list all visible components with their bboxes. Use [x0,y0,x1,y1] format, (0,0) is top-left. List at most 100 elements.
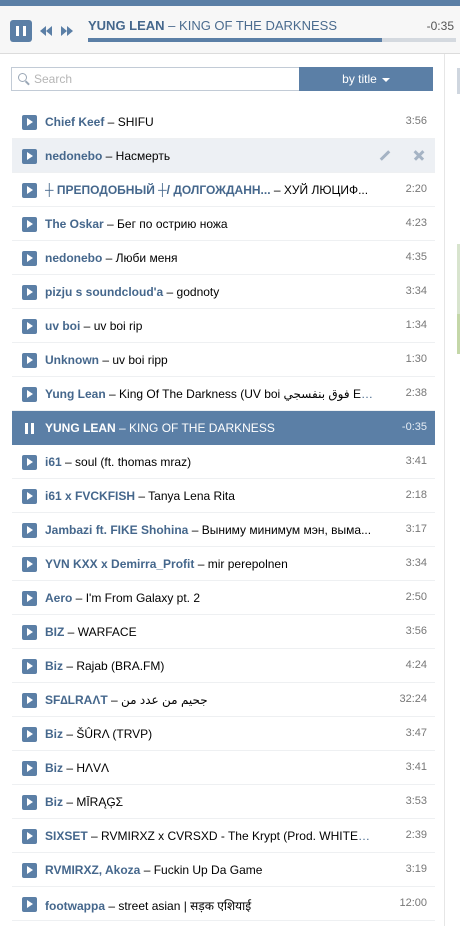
track-title[interactable]: KING OF THE DARKNESS [129,421,275,435]
track-artist[interactable]: pizju s soundcloud'a [45,285,163,299]
track-title[interactable]: King Of The Darkness (UV boi فوق بنفسجي … [119,387,373,401]
track-title[interactable]: mir perepolnen [208,557,288,571]
track-title[interactable]: Rajab (BRA.FM) [76,659,164,673]
track-title[interactable]: ХУЙ ЛЮЦИФ... [284,183,368,197]
track-row[interactable]: nedonebo – Люби меня 4:35 [12,241,435,275]
play-icon[interactable] [22,659,37,674]
play-icon[interactable] [22,693,37,708]
track-row[interactable]: Biz – ŠÛRΛ (TRVP) 3:47 [12,717,435,751]
track-title[interactable]: SHIFU [118,115,154,129]
track-artist[interactable]: Biz [45,761,63,775]
play-icon[interactable] [22,863,37,878]
track-row[interactable]: nedonebo – Насмерть [12,139,435,173]
play-icon[interactable] [22,217,37,232]
track-artist[interactable]: SF∆LRAΛT [45,693,108,707]
track-artist[interactable]: SIXSET [45,829,88,843]
play-icon[interactable] [22,523,37,538]
play-icon[interactable] [22,625,37,640]
track-artist[interactable]: RVMIRXZ, Akoza [45,863,140,877]
delete-x-icon[interactable] [412,148,426,162]
track-title[interactable]: Насмерть [116,149,170,163]
track-title[interactable]: HΛVΛ [76,761,109,775]
track-title[interactable]: I'm From Galaxy pt. 2 [86,591,200,605]
track-row[interactable]: Biz – MĪRĄĢΣ 3:53 [12,785,435,819]
progress-bar[interactable] [88,38,456,42]
track-row[interactable]: Aero – I'm From Galaxy pt. 2 2:50 [12,581,435,615]
track-artist[interactable]: BIZ [45,625,64,639]
track-row[interactable]: footwappa – street asian | सड़क एशियाई 12… [12,887,435,921]
track-row[interactable]: i61 x FVCKFISH – Tanya Lena Rita 2:18 [12,479,435,513]
track-title[interactable]: soul (ft. thomas mraz) [75,455,191,469]
play-icon[interactable] [22,829,37,844]
play-icon[interactable] [22,897,37,912]
track-artist[interactable]: YVN KXX x Demirra_Profit [45,557,194,571]
play-icon[interactable] [22,761,37,776]
track-row[interactable]: BIZ – WARFACE 3:56 [12,615,435,649]
pause-button[interactable] [10,20,32,42]
track-title[interactable]: WARFACE [78,625,137,639]
track-row[interactable]: pizju s soundcloud'a – godnoty 3:34 [12,275,435,309]
track-title[interactable]: MĪRĄĢΣ [76,795,123,809]
play-icon[interactable] [22,285,37,300]
track-row[interactable]: SIXSET – RVMIRXZ x CVRSXD - The Krypt (P… [12,819,435,853]
track-artist[interactable]: The Oskar [45,217,104,231]
track-row[interactable]: i61 – soul (ft. thomas mraz) 3:41 [12,445,435,479]
play-icon[interactable] [22,591,37,606]
track-row[interactable]: Yung Lean – King Of The Darkness (UV boi… [12,377,435,411]
play-icon[interactable] [22,183,37,198]
play-icon[interactable] [22,149,37,164]
sort-by-title-button[interactable]: by title [299,67,433,91]
search-input[interactable] [34,71,294,87]
track-title[interactable]: RVMIRXZ x CVRSXD - The Krypt (Prod. WHIT… [101,829,373,843]
play-icon[interactable] [22,251,37,266]
track-row[interactable]: YUNG LEAN – KING OF THE DARKNESS -0:35 [12,411,435,445]
play-icon[interactable] [22,489,37,504]
next-track-icon[interactable] [61,26,75,36]
track-title[interactable]: godnoty [177,285,220,299]
pause-icon[interactable] [22,421,37,436]
track-title[interactable]: Выниму минимум мэн, выма... [202,523,371,537]
track-title[interactable]: uv boi rip [94,319,143,333]
track-row[interactable]: Jambazi ft. FIKE Shohina – Выниму миниму… [12,513,435,547]
track-title[interactable]: Бег по острию ножа [117,217,228,231]
track-artist[interactable]: i61 x FVCKFISH [45,489,135,503]
play-icon[interactable] [22,795,37,810]
track-artist[interactable]: uv boi [45,319,80,333]
track-artist[interactable]: nedonebo [45,149,102,163]
track-artist[interactable]: ┼ ПРЕПОДОБНЫЙ ┼/ ДОЛГОЖДАНН... [45,183,271,197]
track-title[interactable]: street asian | सड़क एशियाई [118,899,251,913]
track-artist[interactable]: YUNG LEAN [45,421,116,435]
track-artist[interactable]: Biz [45,659,63,673]
track-artist[interactable]: i61 [45,455,62,469]
play-icon[interactable] [22,353,37,368]
track-row[interactable]: YVN KXX x Demirra_Profit – mir perepolne… [12,547,435,581]
track-title[interactable]: uv boi ripp [112,353,167,367]
track-row[interactable]: RVMIRXZ, Akoza – Fuckin Up Da Game 3:19 [12,853,435,887]
track-row[interactable]: Unknown – uv boi ripp 1:30 [12,343,435,377]
track-artist[interactable]: Chief Keef [45,115,104,129]
track-row[interactable]: uv boi – uv boi rip 1:34 [12,309,435,343]
track-artist[interactable]: footwappa [45,899,105,913]
track-title[interactable]: جحيم من عدد من [121,693,208,707]
previous-track-icon[interactable] [40,26,54,36]
track-artist[interactable]: Biz [45,727,63,741]
now-playing-time[interactable]: -0:35 [427,19,454,33]
edit-pencil-icon[interactable] [378,148,392,162]
track-row[interactable]: ┼ ПРЕПОДОБНЫЙ ┼/ ДОЛГОЖДАНН... – ХУЙ ЛЮЦ… [12,173,435,207]
track-title[interactable]: ŠÛRΛ (TRVP) [76,727,152,741]
track-row[interactable]: SF∆LRAΛT – جحيم من عدد من 32:24 [12,683,435,717]
track-row[interactable]: Biz – Rajab (BRA.FM) 4:24 [12,649,435,683]
play-icon[interactable] [22,319,37,334]
play-icon[interactable] [22,557,37,572]
track-title[interactable]: Tanya Lena Rita [148,489,235,503]
play-icon[interactable] [22,455,37,470]
track-artist[interactable]: Biz [45,795,63,809]
track-row[interactable]: Chief Keef – SHIFU 3:56 [12,105,435,139]
track-artist[interactable]: nedonebo [45,251,102,265]
play-icon[interactable] [22,387,37,402]
track-artist[interactable]: Yung Lean [45,387,106,401]
track-artist[interactable]: Jambazi ft. FIKE Shohina [45,523,188,537]
track-row[interactable]: Biz – HΛVΛ 3:41 [12,751,435,785]
track-artist[interactable]: Unknown [45,353,99,367]
track-artist[interactable]: Aero [45,591,72,605]
